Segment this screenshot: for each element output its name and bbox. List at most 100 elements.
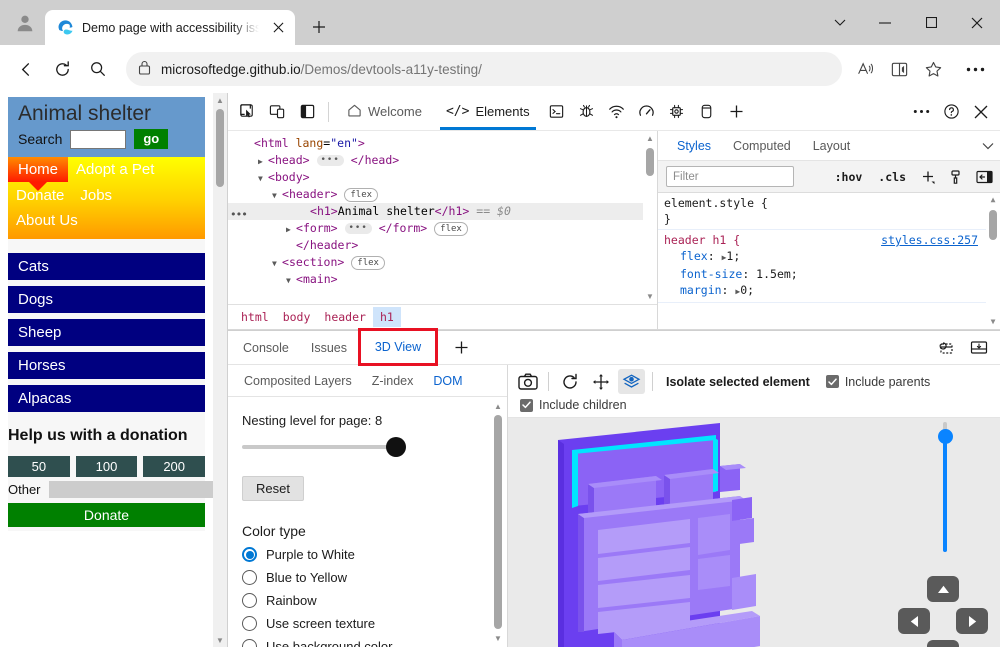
breadcrumb-item-h1[interactable]: h1 — [373, 307, 401, 327]
styles-scroll-down-icon[interactable]: ▼ — [986, 315, 1000, 329]
new-style-rule-icon[interactable] — [916, 165, 940, 189]
zoom-slider[interactable] — [938, 422, 952, 552]
close-icon[interactable] — [267, 17, 289, 39]
radio-icon[interactable] — [242, 593, 257, 608]
breadcrumb-item-header[interactable]: header — [317, 307, 373, 327]
dom-tree-node[interactable]: ▼<main> — [228, 271, 657, 288]
color-option-rainbow[interactable]: Rainbow — [242, 593, 493, 608]
threed-scroll-up-icon[interactable]: ▲ — [491, 399, 505, 413]
threed-canvas[interactable] — [508, 418, 1000, 647]
rotate-left-button[interactable] — [898, 608, 930, 634]
dom-tree-node[interactable]: ▶<head> ••• </head> — [228, 152, 657, 169]
element-classes-icon[interactable] — [944, 165, 968, 189]
rotate-up-button[interactable] — [927, 576, 959, 602]
category-cats[interactable]: Cats — [8, 253, 205, 280]
expand-toggle-icon[interactable]: ▼ — [258, 170, 268, 187]
radio-icon[interactable] — [242, 547, 257, 562]
styles-scrollbar-thumb[interactable] — [989, 210, 997, 240]
reload-icon[interactable] — [44, 51, 80, 87]
dom-scrollbar-thumb[interactable] — [646, 148, 654, 176]
reset-rotation-icon[interactable] — [556, 369, 583, 394]
immersive-reader-icon[interactable] — [882, 52, 916, 86]
device-emulation-icon[interactable] — [262, 97, 292, 127]
inspect-icon[interactable] — [232, 97, 262, 127]
network-icon[interactable] — [602, 97, 632, 127]
threed-scroll-down-icon[interactable]: ▼ — [491, 631, 505, 645]
styles-rules[interactable]: element.style { } header h1 { styles.css… — [658, 193, 1000, 329]
profile-button[interactable] — [10, 8, 40, 38]
dom-scroll-up-icon[interactable]: ▲ — [643, 131, 657, 145]
dom-tree-node[interactable]: •••<h1>Animal shelter</h1> == $0 — [228, 203, 657, 220]
dom-tree-node[interactable]: </header> — [228, 237, 657, 254]
declaration-margin[interactable]: margin: ▶0; — [664, 282, 1000, 300]
color-option-blue-to-yellow[interactable]: Blue to Yellow — [242, 570, 493, 585]
rule-header-h1[interactable]: header h1 { styles.css:257 flex: ▶1; fon… — [658, 230, 1000, 303]
hov-toggle[interactable]: :hov — [829, 170, 869, 184]
category-horses[interactable]: Horses — [8, 352, 205, 379]
chevron-down-icon[interactable] — [976, 134, 1000, 158]
drawer-tab-console[interactable]: Console — [232, 331, 300, 364]
category-sheep[interactable]: Sheep — [8, 319, 205, 346]
radio-icon[interactable] — [242, 616, 257, 631]
styles-filter-input[interactable]: Filter — [666, 166, 794, 187]
threed-settings-scrollbar[interactable]: ▲ ▼ — [491, 399, 505, 645]
maximize-button[interactable] — [908, 0, 954, 45]
scroll-up-icon[interactable]: ▲ — [213, 93, 227, 107]
dom-tree-node[interactable]: <html lang="en"> — [228, 135, 657, 152]
devtools-more-button[interactable] — [906, 97, 936, 127]
minimize-button[interactable] — [862, 0, 908, 45]
styles-scrollbar[interactable]: ▲ ▼ — [986, 193, 1000, 329]
console-icon[interactable] — [542, 97, 572, 127]
search-go-button[interactable]: go — [134, 129, 168, 149]
dom-scroll-down-icon[interactable]: ▼ — [643, 289, 657, 303]
rule-element-style[interactable]: element.style { } — [658, 193, 1000, 230]
drawer-add-tab-button[interactable] — [446, 333, 476, 363]
camera-icon[interactable] — [514, 369, 541, 394]
rotate-down-button[interactable] — [927, 640, 959, 647]
sources-bug-icon[interactable] — [572, 97, 602, 127]
devtools-close-button[interactable] — [966, 97, 996, 127]
radio-icon[interactable] — [242, 639, 257, 647]
restore-drawer-icon[interactable] — [930, 333, 960, 363]
slider-knob[interactable] — [386, 437, 406, 457]
page-scrollbar[interactable]: ▲ ▼ — [213, 93, 227, 647]
dom-tree-node[interactable]: ▶<form> ••• </form> flex — [228, 220, 657, 237]
tab-styles[interactable]: Styles — [666, 131, 722, 160]
scrollbar-thumb[interactable] — [216, 109, 224, 187]
checkbox-checked-icon[interactable] — [826, 375, 839, 388]
expand-toggle-icon[interactable]: ▼ — [272, 187, 282, 204]
drawer-tab-issues[interactable]: Issues — [300, 331, 358, 364]
star-icon[interactable] — [916, 52, 950, 86]
expand-toggle-icon[interactable]: ▼ — [272, 255, 282, 272]
computed-sidebar-toggle-icon[interactable] — [972, 165, 996, 189]
amount-200[interactable]: 200 — [143, 456, 205, 477]
styles-scroll-up-icon[interactable]: ▲ — [986, 193, 1000, 207]
dom-scrollbar[interactable]: ▲ ▼ — [643, 131, 657, 303]
rule-source-link[interactable]: styles.css:257 — [881, 232, 978, 248]
dom-tree-node[interactable]: ▼<section> flex — [228, 254, 657, 271]
breadcrumb-item-html[interactable]: html — [234, 307, 276, 327]
window-close-button[interactable] — [954, 0, 1000, 45]
subtab-dom[interactable]: DOM — [423, 365, 472, 396]
back-icon[interactable] — [8, 51, 44, 87]
breadcrumb-item-body[interactable]: body — [276, 307, 318, 327]
amount-100[interactable]: 100 — [76, 456, 138, 477]
expand-toggle-icon[interactable]: ▼ — [286, 272, 296, 289]
isolate-layers-icon[interactable] — [618, 369, 645, 394]
declaration-font-size[interactable]: font-size: 1.5em; — [664, 266, 1000, 282]
dom-tree[interactable]: <html lang="en">▶<head> ••• </head>▼<bod… — [228, 131, 657, 304]
nav-item-about[interactable]: About Us — [8, 209, 86, 232]
nav-item-home[interactable]: Home — [8, 157, 68, 182]
include-children-checkbox[interactable]: Include children — [520, 398, 627, 412]
add-panel-button[interactable] — [722, 97, 752, 127]
rotate-right-button[interactable] — [956, 608, 988, 634]
tab-elements[interactable]: </> Elements — [434, 93, 542, 130]
tab-welcome[interactable]: Welcome — [335, 93, 434, 130]
include-parents-checkbox[interactable]: Include parents — [826, 375, 930, 389]
browser-tab[interactable]: Demo page with accessibility issues — [45, 10, 295, 45]
color-option-purple-to-white[interactable]: Purple to White — [242, 547, 493, 562]
search-icon[interactable] — [80, 51, 116, 87]
breadcrumb[interactable]: htmlbodyheaderh1 — [228, 304, 657, 329]
tab-layout[interactable]: Layout — [802, 131, 862, 160]
application-gear-icon[interactable] — [662, 97, 692, 127]
